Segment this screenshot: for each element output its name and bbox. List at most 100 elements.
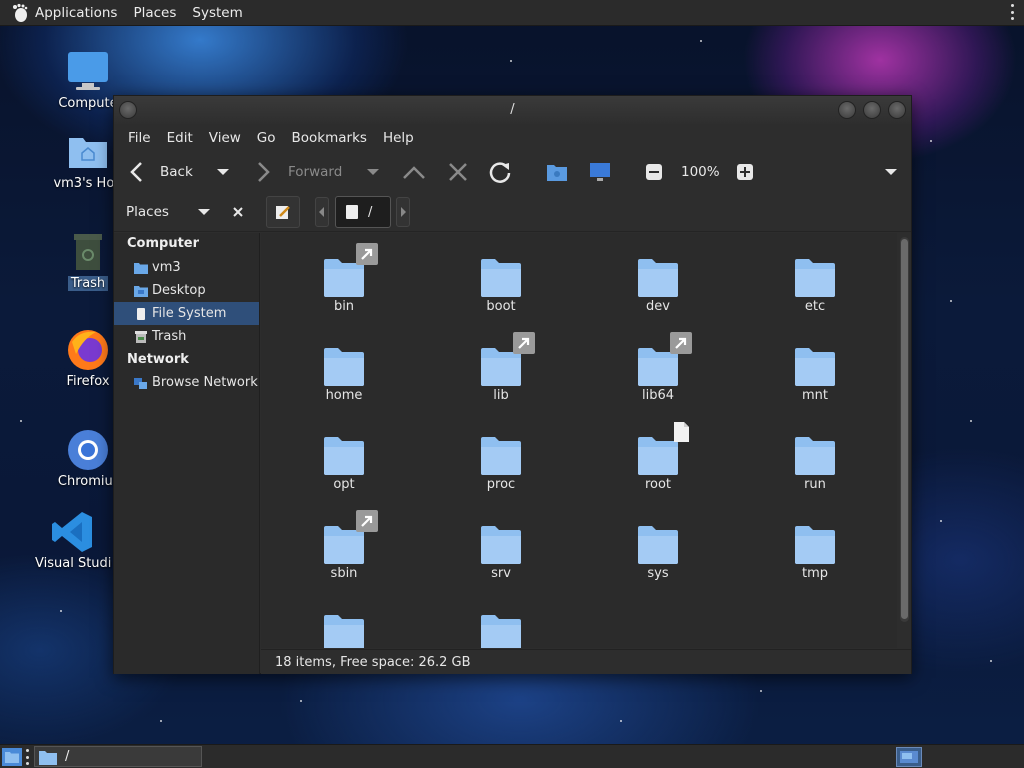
toolbar-overflow-dropdown[interactable] bbox=[884, 152, 898, 192]
folder-item[interactable]: lib64 bbox=[598, 332, 718, 403]
folder-icon bbox=[481, 437, 521, 475]
minimize-icon[interactable] bbox=[838, 101, 856, 119]
maximize-icon[interactable] bbox=[863, 101, 881, 119]
back-button[interactable]: Back bbox=[128, 152, 193, 192]
desktop-icon-label: Chromiur bbox=[57, 474, 119, 489]
places-selector[interactable]: Places bbox=[126, 192, 211, 232]
computer-button[interactable] bbox=[589, 152, 611, 192]
folder-name: srv bbox=[491, 566, 511, 581]
menu-bookmarks[interactable]: Bookmarks bbox=[284, 130, 375, 146]
window-menu-icon[interactable] bbox=[119, 101, 137, 119]
folder-name: opt bbox=[333, 477, 355, 492]
home-button[interactable] bbox=[546, 152, 568, 192]
zoom-in-icon bbox=[737, 164, 753, 180]
bottom-panel: / bbox=[0, 744, 1024, 768]
gnome-foot-icon[interactable] bbox=[10, 3, 30, 23]
panel-handle-icon[interactable] bbox=[1011, 4, 1014, 20]
close-icon bbox=[233, 207, 243, 217]
path-segment-root[interactable]: / bbox=[335, 196, 391, 228]
window-titlebar[interactable]: / bbox=[114, 96, 911, 124]
zoom-in-button[interactable] bbox=[737, 152, 753, 192]
path-scroll-right-button[interactable] bbox=[396, 197, 410, 227]
show-desktop-icon[interactable] bbox=[2, 748, 22, 768]
folder-name: lib64 bbox=[641, 388, 675, 403]
chevron-down-icon bbox=[885, 169, 897, 175]
desktop-icon-label: Firefox bbox=[66, 374, 110, 389]
folder-item[interactable]: dev bbox=[598, 257, 718, 314]
symlink-badge-icon bbox=[356, 510, 378, 532]
folder-item[interactable]: srv bbox=[441, 524, 561, 581]
folder-name: sys bbox=[647, 566, 669, 581]
location-bar: Places / bbox=[114, 192, 911, 232]
system-menu[interactable]: System bbox=[192, 5, 242, 21]
folder-item[interactable]: opt bbox=[284, 435, 404, 492]
folder-item[interactable]: tmp bbox=[755, 524, 875, 581]
places-menu[interactable]: Places bbox=[133, 5, 176, 21]
reload-icon bbox=[489, 162, 511, 183]
folder-item[interactable]: sbin bbox=[284, 510, 404, 581]
menu-file[interactable]: File bbox=[120, 130, 159, 146]
folder-item[interactable] bbox=[284, 613, 404, 648]
sidebar-item-vm3[interactable]: vm3 bbox=[114, 256, 259, 279]
zoom-out-icon bbox=[646, 164, 662, 180]
zoom-out-button[interactable] bbox=[646, 152, 662, 192]
back-history-dropdown[interactable] bbox=[216, 152, 230, 192]
folder-name: bin bbox=[333, 299, 355, 314]
panel-handle-icon[interactable] bbox=[26, 749, 29, 765]
folder-icon bbox=[324, 348, 364, 386]
folder-item[interactable]: lib bbox=[441, 332, 561, 403]
desktop-icon-vscode[interactable]: Visual Studio bbox=[30, 510, 114, 575]
menu-go[interactable]: Go bbox=[249, 130, 284, 146]
folder-item[interactable]: root bbox=[598, 422, 718, 492]
window-title: / bbox=[510, 102, 515, 117]
readonly-badge-icon bbox=[670, 421, 692, 443]
chevron-down-icon bbox=[197, 209, 210, 215]
path-scroll-left-button[interactable] bbox=[315, 197, 329, 227]
close-window-icon[interactable] bbox=[888, 101, 906, 119]
menu-edit[interactable]: Edit bbox=[159, 130, 201, 146]
workspace-switcher[interactable] bbox=[896, 747, 922, 767]
folder-item[interactable]: home bbox=[284, 346, 404, 403]
scrollbar[interactable] bbox=[900, 237, 909, 622]
forward-history-dropdown[interactable] bbox=[366, 152, 380, 192]
sidebar-item-label: File System bbox=[152, 306, 227, 321]
folder-icon bbox=[324, 437, 364, 475]
taskbar-window-button[interactable]: / bbox=[34, 746, 202, 767]
close-sidebar-button[interactable] bbox=[232, 192, 244, 232]
folder-item[interactable]: bin bbox=[284, 243, 404, 314]
folder-item[interactable]: etc bbox=[755, 257, 875, 314]
workspace-icon bbox=[900, 751, 918, 763]
home-folder-icon bbox=[69, 138, 107, 168]
folder-icon bbox=[795, 526, 835, 564]
home-folder-icon bbox=[134, 261, 148, 275]
menu-help[interactable]: Help bbox=[375, 130, 422, 146]
folder-item[interactable]: proc bbox=[441, 435, 561, 492]
sidebar-item-desktop[interactable]: Desktop bbox=[114, 279, 259, 302]
sidebar-item-label: Desktop bbox=[152, 283, 206, 298]
scrollbar-thumb[interactable] bbox=[901, 239, 908, 619]
up-arrow-icon bbox=[403, 166, 425, 179]
menu-view[interactable]: View bbox=[201, 130, 249, 146]
folder-icon bbox=[39, 750, 57, 765]
folder-item[interactable]: sys bbox=[598, 524, 718, 581]
sidebar-heading-computer: Computer bbox=[127, 236, 200, 251]
forward-button[interactable]: Forward bbox=[254, 152, 342, 192]
stop-button[interactable] bbox=[448, 152, 468, 192]
taskbar-window-label: / bbox=[65, 749, 70, 764]
folder-item[interactable]: boot bbox=[441, 257, 561, 314]
drive-icon bbox=[134, 307, 148, 321]
file-view: bin boot dev etc home lib lib64 mnt opt proc root r… bbox=[261, 233, 897, 648]
toggle-location-entry-button[interactable] bbox=[266, 196, 300, 228]
up-button[interactable] bbox=[402, 152, 426, 192]
desktop-icon-label: Trash bbox=[67, 276, 109, 291]
chromium-icon bbox=[68, 430, 108, 470]
sidebar-item-trash[interactable]: Trash bbox=[114, 325, 259, 348]
reload-button[interactable] bbox=[488, 152, 512, 192]
folder-item[interactable] bbox=[441, 613, 561, 648]
folder-item[interactable]: mnt bbox=[755, 346, 875, 403]
sidebar-item-file-system[interactable]: File System bbox=[114, 302, 259, 325]
applications-menu[interactable]: Applications bbox=[35, 5, 117, 21]
sidebar-item-browse-network[interactable]: Browse Network bbox=[114, 371, 259, 394]
folder-name: root bbox=[644, 477, 672, 492]
folder-item[interactable]: run bbox=[755, 435, 875, 492]
